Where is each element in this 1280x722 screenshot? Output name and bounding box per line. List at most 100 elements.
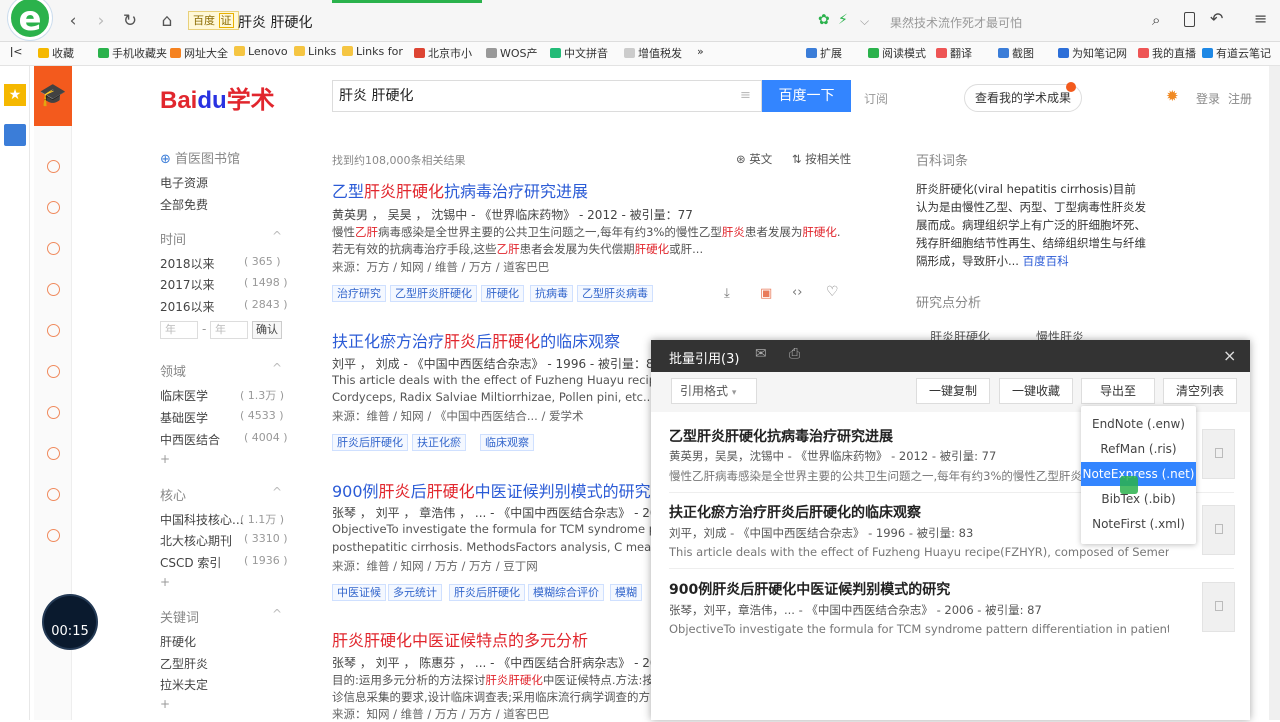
- filter-item[interactable]: CSCD 索引: [160, 554, 221, 571]
- keyword-tag[interactable]: 肝炎后肝硬化: [332, 434, 408, 451]
- address-dropdown-icon[interactable]: ⌵: [860, 14, 869, 29]
- tool-icon[interactable]: [47, 406, 60, 419]
- delete-item-button[interactable]: [1202, 505, 1235, 555]
- filter-item[interactable]: 肝硬化: [160, 633, 196, 650]
- filter-item[interactable]: 全部免费: [160, 196, 208, 213]
- journal-tool-icon[interactable]: [47, 324, 60, 337]
- bookmark-item[interactable]: 中文拼音: [550, 45, 608, 61]
- keyword-tag[interactable]: 中医证候: [332, 584, 386, 601]
- export-option-refman[interactable]: RefMan (.ris): [1081, 437, 1196, 461]
- keyword-tag[interactable]: 扶正化瘀: [412, 434, 466, 451]
- collect-all-button[interactable]: 一键收藏: [999, 378, 1074, 404]
- delete-item-button[interactable]: [1202, 429, 1235, 479]
- collapse-icon[interactable]: ^: [272, 229, 282, 243]
- citation-item-title[interactable]: 乙型肝炎肝硬化抗病毒治疗研究进展: [669, 426, 893, 446]
- collapse-icon[interactable]: ^: [272, 607, 282, 621]
- bookmark-item[interactable]: 手机收藏夹: [98, 45, 167, 61]
- favorite-heart-icon[interactable]: ♡: [826, 284, 839, 300]
- result-source[interactable]: 来源：万方 / 知网 / 维普 / 万方 / 道客巴巴: [332, 259, 549, 275]
- filter-item[interactable]: 拉米夫定: [160, 676, 208, 693]
- gear-icon[interactable]: ✹: [1166, 87, 1179, 105]
- sort-selector[interactable]: ⇅ 按相关性: [792, 151, 851, 167]
- bookmarks-more-icon[interactable]: »: [697, 45, 704, 58]
- forward-icon[interactable]: ›: [90, 10, 112, 32]
- bookmark-item[interactable]: 北京市小: [414, 45, 472, 61]
- sidebar-toggle-icon[interactable]: ǀ<: [10, 45, 22, 58]
- expand-more-icon[interactable]: +: [160, 452, 170, 466]
- user-tool-icon[interactable]: [47, 529, 60, 542]
- expand-more-icon[interactable]: +: [160, 575, 170, 589]
- filter-item[interactable]: 北大核心期刊: [160, 532, 232, 549]
- input-settings-icon[interactable]: ≡: [740, 88, 751, 103]
- citation-item-title[interactable]: 扶正化瘀方治疗肝炎后肝硬化的临床观察: [669, 502, 921, 522]
- copy-all-button[interactable]: 一键复制: [916, 378, 991, 404]
- cite-format-select[interactable]: 引用格式 ▾: [671, 378, 757, 404]
- result-title[interactable]: 肝炎肝硬化中医证候特点的多元分析: [332, 627, 588, 651]
- mail-icon[interactable]: ✉: [755, 346, 767, 362]
- filter-item[interactable]: 电子资源: [160, 174, 208, 191]
- speed-icon[interactable]: ⚡: [838, 12, 848, 28]
- menu-icon[interactable]: ≡: [1254, 9, 1267, 28]
- tool-icon[interactable]: [47, 488, 60, 501]
- search-icon[interactable]: ⌕: [1152, 11, 1160, 29]
- collapse-icon[interactable]: ^: [272, 485, 282, 499]
- bookmark-item[interactable]: 网址大全: [170, 45, 228, 61]
- download-icon[interactable]: ⤓: [724, 286, 730, 301]
- search-button[interactable]: 百度一下: [762, 80, 851, 112]
- filter-item[interactable]: 2016以来: [160, 298, 215, 315]
- year-from-input[interactable]: 年: [160, 321, 198, 339]
- bookmark-item[interactable]: 增值税发: [624, 45, 682, 61]
- filter-item[interactable]: 2018以来: [160, 255, 215, 272]
- bookmark-item[interactable]: 扩展: [806, 45, 842, 61]
- keyword-tag[interactable]: 临床观察: [480, 434, 534, 451]
- result-source[interactable]: 来源：维普 / 知网 / 《中国中西医结合... / 爱学术: [332, 408, 584, 424]
- favorites-star-icon[interactable]: ★: [4, 84, 26, 106]
- refresh-icon[interactable]: ↻: [119, 10, 141, 32]
- library-filter-head[interactable]: ⊕ 首医图书馆: [160, 148, 240, 167]
- result-title[interactable]: 乙型肝炎肝硬化抗病毒治疗研究进展: [332, 178, 588, 202]
- bookmark-item[interactable]: 收藏: [38, 45, 74, 61]
- check-tool-icon[interactable]: [47, 365, 60, 378]
- subscribe-link[interactable]: 订阅: [864, 90, 888, 107]
- print-icon[interactable]: ⎙: [789, 346, 800, 362]
- filter-item[interactable]: 临床医学: [160, 387, 208, 404]
- cite-icon[interactable]: ‹›: [792, 285, 802, 300]
- keyword-tag[interactable]: 乙型肝炎病毒: [577, 285, 653, 302]
- filter-item[interactable]: 2017以来: [160, 276, 215, 293]
- keyword-tag[interactable]: 肝炎后肝硬化: [449, 584, 525, 601]
- list-icon[interactable]: [4, 124, 26, 146]
- home-icon[interactable]: ⌂: [156, 10, 178, 32]
- phone-icon[interactable]: [1184, 12, 1195, 27]
- search-input[interactable]: 肝炎 肝硬化: [332, 80, 762, 112]
- library-tool-icon[interactable]: [47, 201, 60, 214]
- keyword-tag[interactable]: 多元统计: [388, 584, 442, 601]
- subscribe-tool-icon[interactable]: [47, 283, 60, 296]
- export-option-bibtex[interactable]: BibTex (.bib): [1081, 487, 1196, 511]
- filter-item[interactable]: 中国科技核心...: [160, 511, 243, 528]
- keyword-tag[interactable]: 肝硬化: [481, 285, 524, 302]
- search-tool-icon[interactable]: [47, 160, 60, 173]
- result-source[interactable]: 来源：维普 / 知网 / 万方 / 万方 / 豆丁网: [332, 558, 538, 574]
- collapse-icon[interactable]: ^: [272, 361, 282, 375]
- back-icon[interactable]: ‹: [62, 10, 84, 32]
- english-filter[interactable]: ⊛ 英文: [736, 151, 772, 167]
- expand-more-icon[interactable]: +: [160, 697, 170, 711]
- undo-icon[interactable]: ↶: [1210, 9, 1223, 28]
- tool-icon[interactable]: [47, 447, 60, 460]
- filter-item[interactable]: 中西医结合: [160, 431, 220, 448]
- bookmark-item[interactable]: 我的直播: [1138, 45, 1196, 61]
- clear-list-button[interactable]: 清空列表: [1163, 378, 1238, 404]
- address-text[interactable]: 肝炎 肝硬化: [238, 12, 312, 32]
- bookmark-item[interactable]: Lenovo: [234, 45, 288, 58]
- keyword-tag[interactable]: 治疗研究: [332, 285, 386, 302]
- result-title[interactable]: 900例肝炎后肝硬化中医证候判别模式的研究: [332, 478, 651, 502]
- export-option-notefirst[interactable]: NoteFirst (.xml): [1081, 512, 1196, 536]
- year-confirm-button[interactable]: 确认: [252, 321, 282, 339]
- graduation-cap-icon[interactable]: 🎓: [34, 66, 72, 126]
- address-bar[interactable]: 百度 证 肝炎 肝硬化: [188, 8, 808, 34]
- export-option-endnote[interactable]: EndNote (.enw): [1081, 412, 1196, 436]
- folder-icon[interactable]: ▣: [760, 286, 772, 301]
- dictionary-tool-icon[interactable]: [47, 242, 60, 255]
- bookmark-item[interactable]: Links for: [342, 45, 403, 58]
- filter-item[interactable]: 基础医学: [160, 409, 208, 426]
